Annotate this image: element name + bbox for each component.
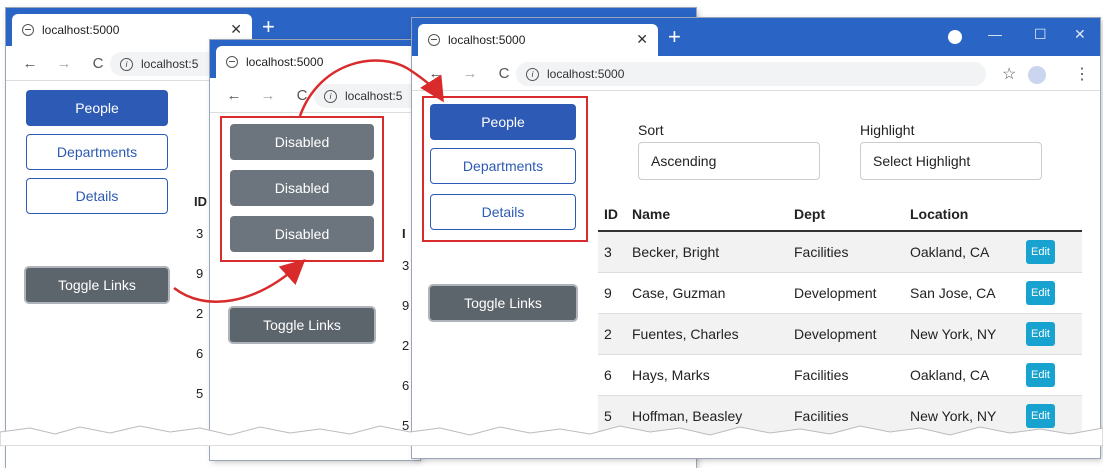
menu-icon[interactable]: ⋮ <box>1074 64 1090 84</box>
toggle-links-button[interactable]: Toggle Links <box>428 284 578 322</box>
people-table: ID Name Dept Location 3 Becker, Bright F… <box>598 198 1082 436</box>
edit-button[interactable]: Edit <box>1026 322 1055 346</box>
cell-action: Edit <box>1020 313 1082 355</box>
column-header-id[interactable]: ID <box>598 198 626 232</box>
forward-icon[interactable]: → <box>258 87 278 104</box>
id-cell-fragment: 3 <box>196 226 204 241</box>
nav-details-button[interactable]: Details <box>26 178 168 214</box>
cell-action: Edit <box>1020 230 1082 273</box>
cell-name: Becker, Bright <box>626 230 788 273</box>
column-header-dept[interactable]: Dept <box>788 198 904 232</box>
edit-button[interactable]: Edit <box>1026 281 1055 305</box>
reload-icon[interactable]: C <box>292 87 312 104</box>
torn-edge-decoration <box>0 425 1103 446</box>
url-text: localhost:5 <box>141 57 199 71</box>
id-cell-fragment: 5 <box>196 386 204 401</box>
column-header-actions <box>1020 198 1082 232</box>
close-window-icon[interactable]: ✕ <box>1074 26 1086 43</box>
toggle-links-button[interactable]: Toggle Links <box>24 266 170 304</box>
cell-id: 9 <box>598 272 626 314</box>
cell-dept: Facilities <box>788 230 904 273</box>
id-cell-fragment: 2 <box>196 306 204 321</box>
cell-name: Case, Guzman <box>626 272 788 314</box>
cell-location: Oakland, CA <box>904 230 1020 273</box>
new-tab-button[interactable]: + <box>668 26 681 48</box>
column-header-location[interactable]: Location <box>904 198 1020 232</box>
id-header-fragment: ID <box>194 194 207 209</box>
account-icon[interactable] <box>948 30 962 44</box>
forward-icon[interactable]: → <box>460 65 480 82</box>
cell-dept: Development <box>788 272 904 314</box>
browser-tab[interactable]: localhost:5000 <box>216 46 416 78</box>
annotation-box-disabled <box>220 116 384 262</box>
cell-action: Edit <box>1020 354 1082 396</box>
nav-people-button[interactable]: People <box>26 90 168 126</box>
cell-location: Oakland, CA <box>904 354 1020 396</box>
tab-title: localhost:5000 <box>448 33 526 47</box>
cell-dept: Facilities <box>788 354 904 396</box>
cell-id: 2 <box>598 313 626 355</box>
sort-select[interactable]: Ascending <box>638 142 820 180</box>
bookmark-star-icon[interactable]: ☆ <box>1002 64 1016 84</box>
reload-icon[interactable]: C <box>494 65 514 82</box>
close-tab-icon[interactable]: ✕ <box>230 21 242 38</box>
id-cell-fragment: 6 <box>196 346 204 361</box>
forward-icon[interactable]: → <box>54 55 74 72</box>
id-cell-fragment: 3 <box>402 258 410 273</box>
info-icon: i <box>526 67 539 81</box>
minimize-icon[interactable]: — <box>988 26 1002 42</box>
cell-location: San Jose, CA <box>904 272 1020 314</box>
column-header-name[interactable]: Name <box>626 198 788 232</box>
maximize-icon[interactable]: ☐ <box>1034 26 1047 43</box>
globe-icon <box>226 56 238 68</box>
info-icon: i <box>120 57 133 71</box>
new-tab-button[interactable]: + <box>262 16 275 38</box>
cell-dept: Development <box>788 313 904 355</box>
back-icon[interactable]: ← <box>426 65 446 82</box>
back-icon[interactable]: ← <box>20 55 40 72</box>
profile-icon[interactable] <box>1028 66 1046 84</box>
cell-location: New York, NY <box>904 313 1020 355</box>
id-header-fragment: I <box>402 226 406 241</box>
close-tab-icon[interactable]: ✕ <box>636 31 648 48</box>
cell-id: 6 <box>598 354 626 396</box>
sort-label: Sort <box>638 122 664 138</box>
tab-title: localhost:5000 <box>246 55 324 69</box>
id-cell-fragment: 9 <box>196 266 204 281</box>
id-cell-fragment: 2 <box>402 338 410 353</box>
table-row: 2 Fuentes, Charles Development New York,… <box>598 313 1082 355</box>
cell-name: Fuentes, Charles <box>626 313 788 355</box>
annotation-box-links <box>422 96 588 242</box>
cell-name: Hays, Marks <box>626 354 788 396</box>
browser-tab[interactable]: localhost:5000 ✕ <box>418 24 658 56</box>
cell-id: 3 <box>598 230 626 273</box>
edit-button[interactable]: Edit <box>1026 363 1055 387</box>
globe-icon <box>22 24 34 36</box>
info-icon: i <box>324 89 337 103</box>
highlight-label: Highlight <box>860 122 915 138</box>
edit-button[interactable]: Edit <box>1026 240 1055 264</box>
cell-action: Edit <box>1020 272 1082 314</box>
back-icon[interactable]: ← <box>224 87 244 104</box>
id-cell-fragment: 6 <box>402 378 410 393</box>
url-text: localhost:5 <box>345 89 403 103</box>
table-row: 6 Hays, Marks Facilities Oakland, CA Edi… <box>598 354 1082 396</box>
reload-icon[interactable]: C <box>88 55 108 72</box>
toggle-links-button[interactable]: Toggle Links <box>228 306 376 344</box>
table-row: 3 Becker, Bright Facilities Oakland, CA … <box>598 230 1082 273</box>
globe-icon <box>428 34 440 46</box>
nav-departments-button[interactable]: Departments <box>26 134 168 170</box>
url-text: localhost:5000 <box>547 67 625 81</box>
highlight-select[interactable]: Select Highlight <box>860 142 1042 180</box>
table-header-row: ID Name Dept Location <box>598 198 1082 232</box>
address-bar[interactable]: i localhost:5000 <box>516 62 986 86</box>
tab-title: localhost:5000 <box>42 23 120 37</box>
id-cell-fragment: 9 <box>402 298 410 313</box>
table-row: 9 Case, Guzman Development San Jose, CA … <box>598 272 1082 314</box>
address-bar[interactable]: i localhost:5 <box>314 84 420 108</box>
